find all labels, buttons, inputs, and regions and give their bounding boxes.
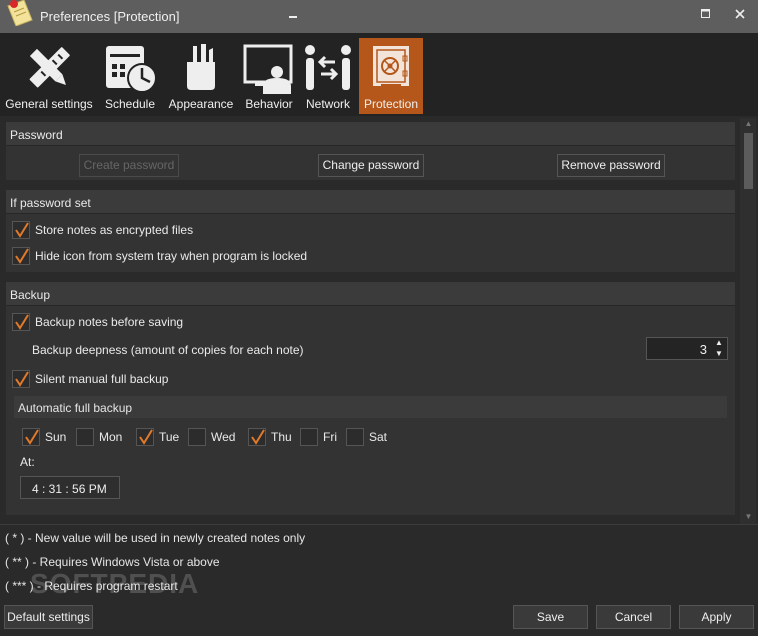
checkbox[interactable]: [12, 313, 30, 331]
note-new-notes-only: ( * ) - New value will be used in newly …: [5, 531, 306, 545]
checkbox[interactable]: [12, 247, 30, 265]
settings-panel: Password Create password Change password…: [4, 118, 740, 524]
tab-label: Behavior: [245, 97, 293, 111]
tab-network[interactable]: Network: [302, 38, 354, 114]
weekday-option-mon[interactable]: Mon: [76, 427, 122, 447]
tab-behavior[interactable]: Behavior: [241, 38, 297, 114]
default-settings-button[interactable]: Default settings: [4, 605, 93, 629]
automatic-backup-header: Automatic full backup: [14, 396, 727, 418]
checkbox-label: Fri: [323, 430, 337, 444]
tab-label: General settings: [5, 97, 93, 111]
brushes-cup-icon: [187, 44, 215, 90]
minimize-button[interactable]: [281, 4, 305, 24]
checkmark-icon: [15, 222, 29, 238]
window-title: Preferences [Protection]: [40, 9, 180, 24]
encrypt-notes-option[interactable]: Store notes as encrypted files: [12, 220, 193, 240]
checkmark-icon: [251, 429, 265, 445]
checkbox-label: Hide icon from system tray when program …: [35, 249, 308, 263]
checkbox[interactable]: [300, 428, 318, 446]
vertical-scrollbar[interactable]: ▲ ▼: [740, 118, 756, 524]
safe-icon: [373, 46, 409, 90]
maximize-icon: [701, 9, 710, 18]
presentation-monitor-icon: [243, 44, 293, 94]
group-header: Backup: [6, 282, 735, 306]
scroll-down-arrow-icon[interactable]: ▼: [744, 513, 753, 521]
save-button[interactable]: Save: [513, 605, 588, 629]
change-password-button[interactable]: Change password: [318, 154, 424, 177]
stepper-value: 3: [699, 342, 707, 357]
backup-deepness-stepper[interactable]: 3 ▲ ▼: [646, 337, 728, 360]
checkbox[interactable]: [136, 428, 154, 446]
pencil-ruler-icon: [29, 47, 70, 88]
tab-schedule[interactable]: Schedule: [100, 38, 160, 114]
stepper-down-arrow-icon[interactable]: ▼: [711, 349, 727, 359]
checkbox-label: Mon: [99, 430, 123, 444]
title-bar: Preferences [Protection]: [0, 0, 758, 33]
tab-protection[interactable]: Protection: [359, 38, 423, 114]
if-password-set-group: If password set Store notes as encrypted…: [6, 190, 735, 272]
checkbox-label: Wed: [211, 430, 236, 444]
softpedia-watermark: SOFTPEDIA: [30, 568, 200, 599]
scroll-thumb[interactable]: [744, 133, 753, 189]
checkbox[interactable]: [188, 428, 206, 446]
checkbox-label: Thu: [271, 430, 292, 444]
backup-deepness-label: Backup deepness (amount of copies for ea…: [32, 343, 304, 357]
tab-label: Schedule: [104, 97, 156, 111]
at-label: At:: [20, 455, 35, 469]
checkbox[interactable]: [12, 221, 30, 239]
remove-password-button[interactable]: Remove password: [557, 154, 665, 177]
checkmark-icon: [15, 248, 29, 264]
checkbox[interactable]: [76, 428, 94, 446]
weekday-option-sat[interactable]: Sat: [346, 427, 387, 447]
checkmark-icon: [15, 314, 29, 330]
scroll-up-arrow-icon[interactable]: ▲: [744, 120, 753, 128]
calendar-clock-icon: [106, 46, 157, 93]
checkbox-label: Silent manual full backup: [35, 372, 169, 386]
tab-label: Appearance: [168, 97, 234, 111]
notes-app-icon: [7, 0, 33, 26]
weekday-option-sun[interactable]: Sun: [22, 427, 66, 447]
checkbox-label: Sun: [45, 430, 67, 444]
stepper-up-arrow-icon[interactable]: ▲: [711, 338, 727, 348]
preferences-toolbar: General settings Schedule Appearance Beh…: [0, 33, 758, 116]
checkmark-icon: [139, 429, 153, 445]
password-group: Password Create password Change password…: [6, 122, 735, 180]
divider: [0, 524, 758, 525]
apply-button[interactable]: Apply: [679, 605, 754, 629]
note-requires-vista: ( ** ) - Requires Windows Vista or above: [5, 555, 220, 569]
backup-time-input[interactable]: 4 : 31 : 56 PM: [20, 476, 120, 499]
people-exchange-icon: [305, 45, 351, 90]
hide-tray-icon-option[interactable]: Hide icon from system tray when program …: [12, 246, 307, 266]
checkbox[interactable]: [346, 428, 364, 446]
tab-appearance[interactable]: Appearance: [166, 38, 236, 114]
silent-manual-backup-option[interactable]: Silent manual full backup: [12, 369, 168, 389]
checkbox-label: Store notes as encrypted files: [35, 223, 194, 237]
checkbox-label: Backup notes before saving: [35, 315, 184, 329]
create-password-button[interactable]: Create password: [79, 154, 179, 177]
backup-before-saving-option[interactable]: Backup notes before saving: [12, 312, 183, 332]
backup-group: Backup Backup notes before saving Backup…: [6, 282, 735, 515]
tab-label: Protection: [363, 97, 419, 111]
cancel-button[interactable]: Cancel: [596, 605, 671, 629]
maximize-button[interactable]: [694, 4, 718, 24]
checkbox-label: Tue: [159, 430, 180, 444]
weekday-option-wed[interactable]: Wed: [188, 427, 235, 447]
checkbox[interactable]: [12, 370, 30, 388]
tab-label: Network: [305, 97, 350, 111]
checkbox[interactable]: [22, 428, 40, 446]
weekday-option-thu[interactable]: Thu: [248, 427, 292, 447]
minimize-icon: [289, 16, 297, 18]
close-icon: [735, 9, 745, 19]
weekday-option-tue[interactable]: Tue: [136, 427, 179, 447]
checkmark-icon: [15, 371, 29, 387]
group-header: Password: [6, 122, 735, 146]
group-header: If password set: [6, 190, 735, 214]
weekday-option-fri[interactable]: Fri: [300, 427, 337, 447]
checkmark-icon: [25, 429, 39, 445]
close-button[interactable]: [728, 4, 752, 24]
checkbox-label: Sat: [369, 430, 388, 444]
tab-general-settings[interactable]: General settings: [4, 38, 94, 114]
checkbox[interactable]: [248, 428, 266, 446]
